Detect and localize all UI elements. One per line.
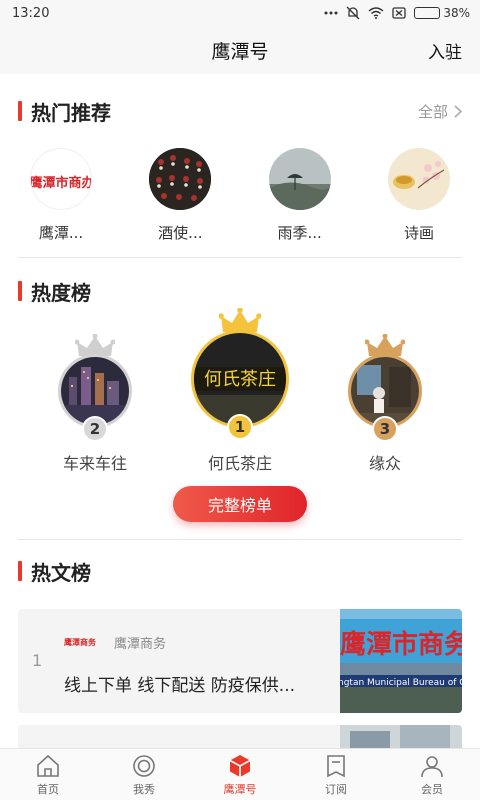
source-logo: 鹰潭商务 xyxy=(62,623,98,659)
tab-subscribe[interactable]: 订阅 xyxy=(288,749,384,800)
join-button[interactable]: 入驻 xyxy=(428,38,462,63)
article-source: 鹰潭商务 xyxy=(114,637,167,652)
battery-indicator: 38% xyxy=(414,6,470,20)
hot-recommend-section: 热门推荐 全部 鹰潭市商办 鹰潭... 酒使... 雨季... 诗画 xyxy=(0,96,480,243)
recommend-item[interactable]: 雨季... xyxy=(268,148,331,243)
recommend-item[interactable]: 酒使... xyxy=(149,148,212,243)
city-night-photo xyxy=(61,357,129,425)
recommend-label: 雨季... xyxy=(277,224,322,242)
seal-logo: 鹰潭市商办 xyxy=(31,159,92,201)
podium-item-rank-3[interactable]: 3 缘众 xyxy=(325,334,445,474)
hot-rank-section: 热度榜 2 车来车往 何氏茶庄 1 何氏茶庄 3 缘众 完整榜单 xyxy=(0,276,480,522)
tab-label: 会员 xyxy=(421,782,443,796)
status-time: 13:20 xyxy=(12,5,50,21)
bottom-tab-bar: 首页 我秀 鹰潭号 订阅 会员 xyxy=(0,748,480,800)
hot-article-section: 热文榜 1 鹰潭商务 鹰潭商务 线上下单 线下配送 防疫保供... 鹰潭市商务局… xyxy=(0,556,480,800)
hot-recommend-title: 热门推荐 xyxy=(18,97,111,126)
svg-text:鹰潭市商办: 鹰潭市商办 xyxy=(31,175,92,191)
tab-show[interactable]: 我秀 xyxy=(96,749,192,800)
recommend-list: 鹰潭市商办 鹰潭... 酒使... 雨季... 诗画 xyxy=(0,148,480,243)
dots-icon xyxy=(324,11,338,15)
tea-flower-photo xyxy=(387,148,450,210)
podium-item-rank-2[interactable]: 2 车来车往 xyxy=(35,334,155,474)
rank-badge: 3 xyxy=(372,416,398,442)
avatar xyxy=(149,148,212,210)
hot-article-header: 热文榜 xyxy=(0,556,480,586)
tab-label: 订阅 xyxy=(325,782,347,796)
svg-text:鹰潭商务: 鹰潭商务 xyxy=(64,637,97,647)
tab-yingtan-hao[interactable]: 鹰潭号 xyxy=(192,749,288,800)
wine-photo xyxy=(149,148,212,210)
recommend-label: 酒使... xyxy=(158,224,203,242)
recommend-item[interactable]: 鹰潭市商办 鹰潭... xyxy=(30,148,92,243)
page-title: 鹰潭号 xyxy=(211,40,269,63)
section-divider xyxy=(18,257,462,258)
nav-bar: 鹰潭号 入驻 xyxy=(0,26,480,74)
member-icon xyxy=(421,755,443,777)
avatar xyxy=(268,148,331,210)
recommend-label: 鹰潭... xyxy=(38,224,84,242)
home-icon xyxy=(37,754,59,777)
hot-rank-header: 热度榜 xyxy=(0,276,480,306)
article-title: 线上下单 线下配送 防疫保供... xyxy=(64,676,296,696)
podium-name: 缘众 xyxy=(368,454,401,473)
podium-name: 车来车往 xyxy=(62,454,127,473)
subscribe-icon xyxy=(327,754,345,777)
tea-shop-sign-photo: 何氏茶庄 xyxy=(194,333,286,425)
tab-label: 首页 xyxy=(37,782,59,796)
full-ranking-button[interactable]: 完整榜单 xyxy=(173,486,307,522)
tab-label: 我秀 xyxy=(133,782,155,796)
rank-badge: 2 xyxy=(82,416,108,442)
status-bar: 13:20 38% xyxy=(0,0,480,26)
battery-icon xyxy=(414,7,441,19)
article-rank: 1 xyxy=(32,651,43,670)
tab-member[interactable]: 会员 xyxy=(384,749,480,800)
recommend-item[interactable]: 诗画 xyxy=(387,148,450,243)
cube-icon xyxy=(229,754,251,777)
event-photo xyxy=(351,357,419,425)
wifi-icon xyxy=(368,7,384,19)
article-thumbnail: 鹰潭市商务局 ngtan Municipal Bureau of Commerc… xyxy=(340,609,462,713)
bureau-sign-photo: 鹰潭市商务局 ngtan Municipal Bureau of Commerc… xyxy=(340,609,462,713)
recommend-label: 诗画 xyxy=(403,224,434,242)
section-divider xyxy=(18,539,462,540)
show-icon xyxy=(133,754,155,777)
podium-item-rank-1[interactable]: 何氏茶庄 1 何氏茶庄 xyxy=(180,308,300,474)
rain-photo xyxy=(268,148,331,210)
tab-home[interactable]: 首页 xyxy=(0,749,96,800)
tab-label: 鹰潭号 xyxy=(223,782,257,796)
article-card[interactable]: 1 鹰潭商务 鹰潭商务 线上下单 线下配送 防疫保供... 鹰潭市商务局 ngt… xyxy=(18,609,462,713)
svg-text:鹰潭市商务局: 鹰潭市商务局 xyxy=(340,629,462,660)
view-all-link[interactable]: 全部 xyxy=(418,101,462,122)
avatar xyxy=(387,148,450,210)
rank-badge: 1 xyxy=(227,414,253,440)
svg-text:何氏茶庄: 何氏茶庄 xyxy=(204,369,276,390)
hot-article-title: 热文榜 xyxy=(18,557,91,586)
view-all-label: 全部 xyxy=(417,102,448,121)
podium-name: 何氏茶庄 xyxy=(207,454,272,473)
status-icons: 38% xyxy=(324,6,470,20)
avatar: 鹰潭市商办 xyxy=(30,148,92,210)
battery-percent: 38% xyxy=(443,6,470,20)
hot-recommend-header: 热门推荐 全部 xyxy=(0,96,480,126)
sim-off-icon xyxy=(392,7,406,19)
bell-off-icon xyxy=(346,6,360,20)
svg-text:ngtan Municipal Bureau of Comm: ngtan Municipal Bureau of Commerce xyxy=(340,678,462,688)
hot-rank-title: 热度榜 xyxy=(18,277,91,306)
chevron-right-icon xyxy=(454,104,462,118)
